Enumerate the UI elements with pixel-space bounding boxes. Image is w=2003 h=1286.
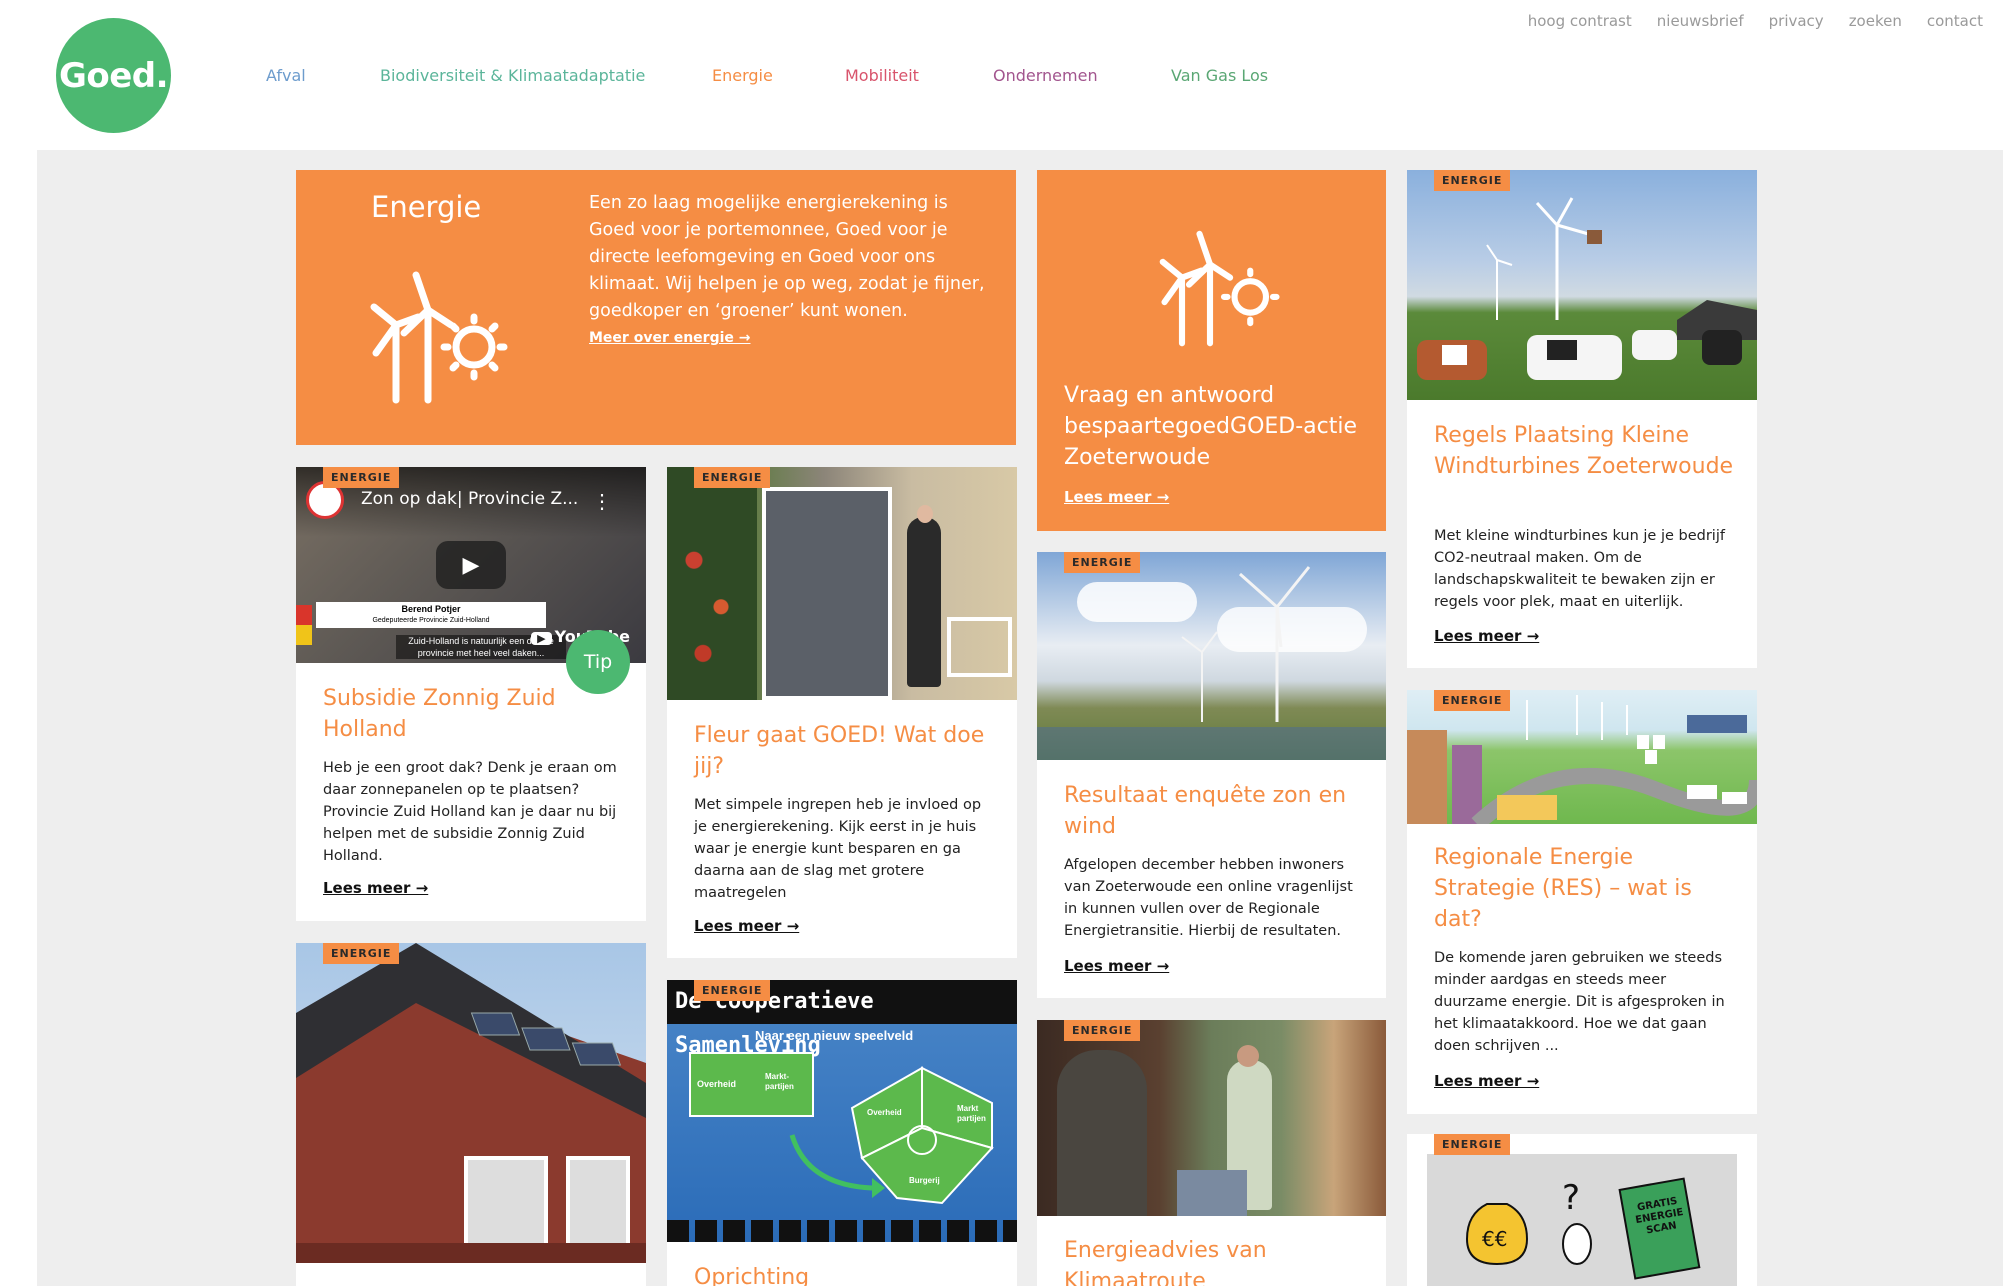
lees-meer-link[interactable]: Lees meer → — [1064, 957, 1169, 975]
svg-text:?: ? — [1562, 1178, 1580, 1218]
card-fleur-gaat-goed[interactable]: ENERGIE Fleur gaat GOED! Wat doe jij? Me… — [667, 467, 1017, 958]
diagram-label: Overheid — [867, 1108, 902, 1117]
category-badge: ENERGIE — [323, 943, 400, 964]
nav-zoeken[interactable]: zoeken — [1849, 12, 1902, 30]
card-regels-windturbines[interactable]: ENERGIE Regels Plaatsing Kleine Windturb… — [1407, 170, 1757, 668]
nav-van-gas-los[interactable]: Van Gas Los — [1171, 66, 1268, 85]
more-vert-icon[interactable]: ⋮ — [592, 489, 612, 514]
energieadvies-photo — [1037, 1020, 1386, 1216]
card-excerpt: Heb je een groot dak? Denk je eraan om d… — [323, 760, 617, 864]
card-title[interactable]: Regels Plaatsing Kleine Windturbines Zoe… — [1434, 420, 1737, 482]
category-badge: ENERGIE — [1434, 1134, 1511, 1155]
utility-nav: hoog contrast nieuwsbrief privacy zoeken… — [1528, 12, 1983, 30]
category-badge: ENERGIE — [323, 467, 400, 488]
card-title[interactable]: Subsidie Zonnig Zuid Holland — [323, 683, 626, 745]
wind-solar-icon — [370, 271, 508, 404]
svg-text:€€: €€ — [1482, 1227, 1507, 1251]
video-nameplate: Berend Potjer Gedeputeerde Provincie Zui… — [316, 602, 546, 628]
energie-intro-card: Energie Een zo laag mogelijke energierek… — [296, 170, 1016, 445]
category-badge: ENERGIE — [694, 467, 771, 488]
card-solar-house[interactable]: ENERGIE — [296, 943, 646, 1286]
nav-energie[interactable]: Energie — [712, 66, 773, 85]
fleur-photo — [667, 467, 1017, 700]
turbines — [1037, 566, 1386, 760]
diagram-label: Burgerij — [909, 1176, 940, 1185]
arrow-icon — [789, 1134, 885, 1198]
intro-title: Energie — [371, 190, 482, 224]
cows-windturbines-photo — [1407, 170, 1757, 400]
category-badge: ENERGIE — [1064, 552, 1141, 573]
play-button[interactable]: ▶ — [436, 541, 506, 589]
nav-contact[interactable]: contact — [1927, 12, 1983, 30]
nav-afval[interactable]: Afval — [266, 66, 306, 85]
site-logo[interactable]: Goed. — [56, 18, 171, 133]
lees-meer-link[interactable]: Lees meer → — [1434, 627, 1539, 645]
video-title: Zon op dak| Provincie Z... — [361, 489, 579, 509]
cooperatieve-samenleving-image: De coöperatieve Samenleving Naar een nie… — [667, 980, 1017, 1242]
solar-house-image — [296, 943, 646, 1263]
card-energieadvies[interactable]: ENERGIE Energieadvies van Klimaatroute — [1037, 1020, 1386, 1286]
banner-subtitle: Naar een nieuw speelveld — [755, 1028, 914, 1043]
card-regionale-energie-strategie[interactable]: ENERGIE Regionale Energie Strategie (RES… — [1407, 690, 1757, 1114]
card-resultaat-enquete[interactable]: ENERGIE Resultaat enquête zon en wind Af… — [1037, 552, 1386, 998]
card-energie-scan[interactable]: €€ ? GRATIS ENERGIE SCAN ENERGIE — [1407, 1134, 1757, 1286]
card-title[interactable]: Vraag en antwoord bespaartegoedGOED-acti… — [1064, 380, 1366, 473]
diagram-label: Markt partijen — [957, 1104, 986, 1123]
nav-ondernemen[interactable]: Ondernemen — [993, 66, 1098, 85]
card-title[interactable]: Fleur gaat GOED! Wat doe jij? — [694, 720, 997, 782]
intro-text: Een zo laag mogelijke energierekening is… — [589, 193, 985, 321]
play-icon: ▶ — [462, 552, 480, 577]
tip-badge: Tip — [566, 630, 630, 694]
nav-mobiliteit[interactable]: Mobiliteit — [845, 66, 919, 85]
card-excerpt: Afgelopen december hebben inwoners van Z… — [1064, 857, 1353, 939]
card-oprichting[interactable]: De coöperatieve Samenleving Naar een nie… — [667, 980, 1017, 1286]
diagram-left: Overheid Markt-partijen — [689, 1052, 814, 1117]
elephant-silhouettes — [667, 1220, 1017, 1242]
category-badge: ENERGIE — [694, 980, 771, 1001]
wind-turbines-photo — [1037, 552, 1386, 760]
meer-over-energie-link[interactable]: Meer over energie → — [589, 330, 751, 346]
card-excerpt: De komende jaren gebruiken we steeds min… — [1434, 950, 1725, 1054]
lees-meer-link[interactable]: Lees meer → — [323, 879, 428, 897]
flag-stripes — [296, 605, 312, 645]
nav-biodiversiteit[interactable]: Biodiversiteit & Klimaatadaptatie — [380, 66, 645, 85]
card-title[interactable]: Energieadvies van Klimaatroute — [1064, 1235, 1366, 1286]
turbines-and-cows — [1417, 197, 1757, 380]
wind-solar-icon — [1159, 230, 1280, 347]
nav-nieuwsbrief[interactable]: nieuwsbrief — [1657, 12, 1744, 30]
card-title[interactable]: Resultaat enquête zon en wind — [1064, 780, 1366, 842]
lees-meer-link[interactable]: Lees meer → — [694, 917, 799, 935]
house-illustration — [296, 943, 646, 1263]
nav-privacy[interactable]: privacy — [1769, 12, 1824, 30]
card-excerpt: Met kleine windturbines kun je je bedrij… — [1434, 528, 1725, 610]
energie-scan-illustration: €€ ? GRATIS ENERGIE SCAN — [1427, 1154, 1737, 1286]
lees-meer-link[interactable]: Lees meer → — [1434, 1072, 1539, 1090]
card-excerpt: Met simpele ingrepen heb je invloed op j… — [694, 797, 982, 901]
card-subsidie-zonnig-zuid-holland[interactable]: Zon op dak| Provincie Z... ⋮ ▶ Berend Po… — [296, 467, 646, 921]
card-title[interactable]: Oprichting — [694, 1262, 997, 1286]
card-title[interactable]: Regionale Energie Strategie (RES) – wat … — [1434, 842, 1737, 935]
scan-drawing: €€ ? — [1465, 1177, 1701, 1280]
category-badge: ENERGIE — [1434, 690, 1511, 711]
card-vraag-en-antwoord[interactable]: Vraag en antwoord bespaartegoedGOED-acti… — [1037, 170, 1386, 531]
category-badge: ENERGIE — [1434, 170, 1511, 191]
lees-meer-link[interactable]: Lees meer → — [1064, 488, 1169, 506]
content-area: Energie Een zo laag mogelijke energierek… — [37, 150, 2003, 1286]
nav-hoog-contrast[interactable]: hoog contrast — [1528, 12, 1632, 30]
category-badge: ENERGIE — [1064, 1020, 1141, 1041]
